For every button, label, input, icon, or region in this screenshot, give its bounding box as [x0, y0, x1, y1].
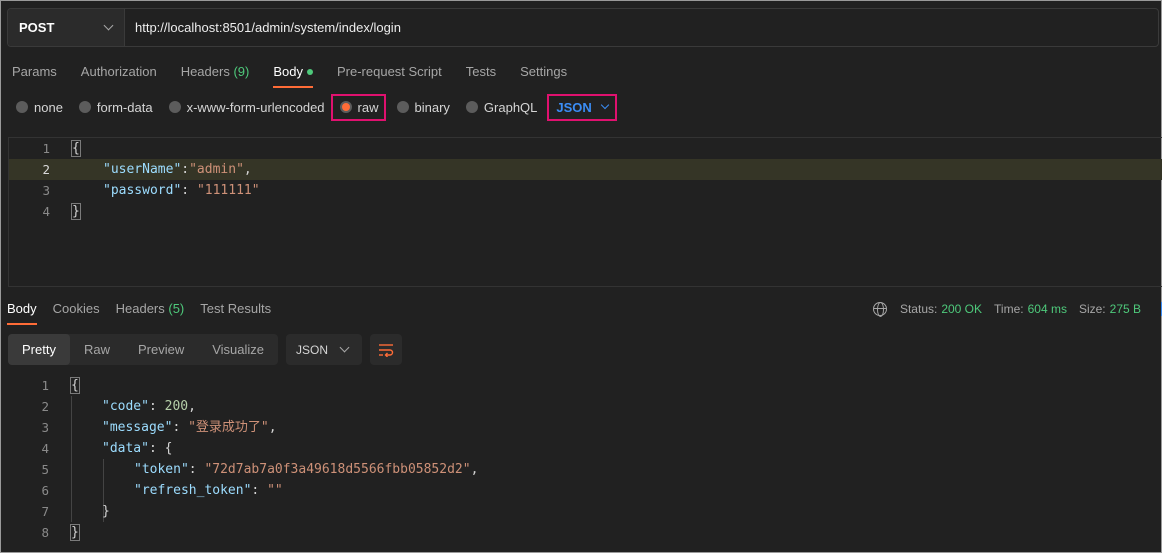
code-line-current: 2 "userName":"admin", — [9, 159, 1162, 180]
view-preview[interactable]: Preview — [124, 334, 198, 365]
tab-settings[interactable]: Settings — [520, 60, 567, 88]
response-format-label: JSON — [296, 342, 329, 357]
wrap-lines-icon — [379, 343, 394, 357]
tab-tests[interactable]: Tests — [466, 60, 496, 88]
globe-icon[interactable] — [872, 302, 887, 317]
body-type-urlencoded[interactable]: x-www-form-urlencoded — [168, 100, 325, 115]
body-type-graphql[interactable]: GraphQL — [465, 100, 537, 115]
url-bar: POST http://localhost:8501/admin/system/… — [7, 8, 1159, 47]
size-value[interactable]: 275 B — [1110, 302, 1141, 316]
code-line: 6 "refresh_token": "" — [41, 483, 283, 498]
body-format-select[interactable]: JSON — [547, 93, 618, 121]
headers-count: (9) — [233, 64, 250, 79]
tab-authorization[interactable]: Authorization — [81, 60, 157, 88]
method-select[interactable]: POST — [8, 9, 125, 46]
status-value[interactable]: 200 OK — [941, 302, 982, 316]
body-type-binary[interactable]: binary — [396, 100, 450, 115]
code-line: 5 "token": "72d7ab7a0f3a49618d5566fbb058… — [41, 462, 479, 477]
response-format-select[interactable]: JSON — [286, 334, 363, 365]
response-body-viewer[interactable]: 1 { 2 "code": 200, 3 "message": "登录成功了",… — [8, 375, 1162, 545]
time-value[interactable]: 604 ms — [1028, 302, 1067, 316]
chevron-down-icon — [103, 20, 114, 31]
body-format-label: JSON — [556, 99, 592, 115]
radio-icon — [465, 101, 478, 113]
view-visualize[interactable]: Visualize — [198, 334, 278, 365]
request-body-editor[interactable]: 1 { 2 "userName":"admin", 3 "password": … — [8, 137, 1162, 287]
code-line: 1 { — [42, 140, 81, 157]
response-tabs: Body Cookies Headers (5) Test Results — [7, 301, 287, 325]
code-line: 4 } — [42, 203, 81, 220]
radio-icon — [396, 101, 409, 113]
size-label: Size: — [1078, 302, 1106, 316]
response-bar: Body Cookies Headers (5) Test Results St… — [1, 293, 1162, 327]
url-input[interactable]: http://localhost:8501/admin/system/index… — [125, 20, 401, 35]
tab-params[interactable]: Params — [12, 60, 57, 88]
radio-selected-icon — [339, 101, 352, 113]
tab-body[interactable]: Body — [273, 60, 313, 88]
radio-icon — [78, 101, 91, 113]
tab-pre-request-script[interactable]: Pre-request Script — [337, 60, 442, 88]
code-line: 4 "data": { — [41, 441, 173, 456]
radio-icon — [16, 101, 28, 113]
response-view-toolbar: Pretty Raw Preview Visualize JSON — [8, 334, 403, 365]
code-line: 1 { — [41, 377, 80, 394]
res-tab-test-results[interactable]: Test Results — [200, 301, 271, 325]
body-type-raw[interactable]: raw — [330, 93, 386, 121]
code-line: 3 "password": "111111" — [42, 183, 260, 198]
body-type-form-data[interactable]: form-data — [78, 100, 153, 115]
body-type-none[interactable]: none — [16, 100, 63, 115]
modified-dot-icon — [306, 68, 313, 75]
view-mode-group: Pretty Raw Preview Visualize — [8, 334, 279, 365]
time-label: Time: — [994, 302, 1024, 316]
radio-icon — [168, 101, 181, 113]
tab-headers[interactable]: Headers (9) — [181, 60, 250, 88]
status-label: Status: — [899, 302, 938, 316]
wrap-lines-button[interactable] — [370, 334, 403, 365]
chevron-down-icon — [339, 342, 350, 353]
body-type-selector: none form-data x-www-form-urlencoded raw… — [16, 93, 618, 121]
response-status: Status: 200 OK Time: 604 ms Size: 275 B — [872, 302, 1162, 317]
res-tab-cookies[interactable]: Cookies — [53, 301, 100, 325]
code-line: 7 } — [41, 504, 110, 519]
res-tab-headers[interactable]: Headers (5) — [116, 301, 185, 325]
view-raw[interactable]: Raw — [70, 334, 124, 365]
res-headers-count: (5) — [168, 301, 185, 316]
request-tabs: Params Authorization Headers (9) Body Pr… — [12, 60, 591, 90]
code-line: 2 "code": 200, — [41, 399, 196, 414]
res-tab-body[interactable]: Body — [7, 301, 37, 325]
code-line: 8 } — [41, 524, 80, 541]
view-pretty[interactable]: Pretty — [8, 334, 70, 365]
code-line: 3 "message": "登录成功了", — [41, 420, 277, 435]
chevron-down-icon — [601, 100, 610, 110]
method-label: POST — [19, 20, 55, 35]
